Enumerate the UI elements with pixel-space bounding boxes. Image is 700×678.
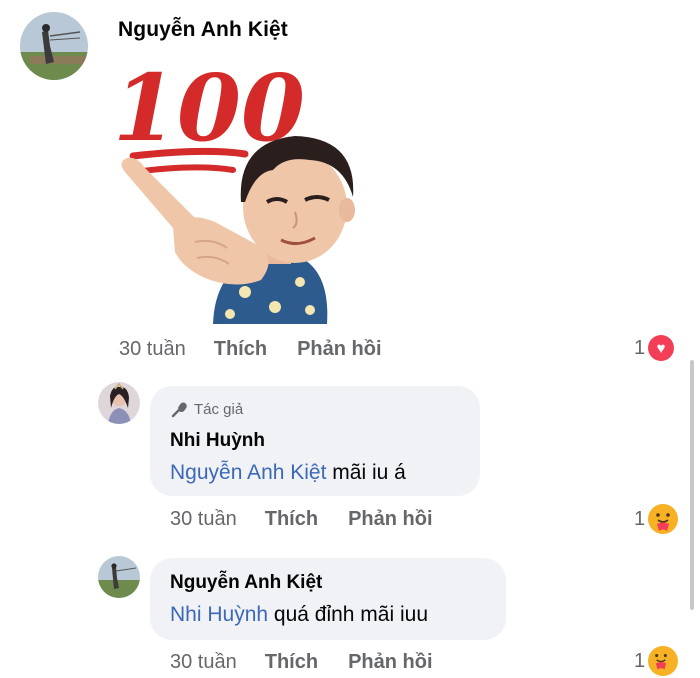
reaction-count: 1 — [634, 336, 646, 359]
reaction-summary[interactable]: 1 ♥ — [634, 335, 675, 361]
reply-button[interactable]: Phản hồi — [348, 508, 432, 531]
reaction-summary[interactable]: 1 — [634, 504, 679, 534]
mention-link[interactable]: Nhi Huỳnh — [170, 603, 268, 626]
reply-bubble: Tác giả Nhi Huỳnh Nguyễn Anh Kiệt mãi iu… — [150, 386, 480, 496]
microphone-icon — [171, 402, 187, 418]
reply-actions: 30 tuần Thích Phản hồi — [170, 508, 433, 531]
author-badge: Tác giả — [170, 400, 243, 418]
reply-author[interactable]: Nhi Huỳnh — [170, 430, 265, 452]
like-button[interactable]: Thích — [265, 508, 318, 531]
reply-body: mãi iu á — [326, 461, 406, 484]
reply-body: quá đỉnh mãi iuu — [268, 603, 429, 626]
scrollbar[interactable] — [690, 360, 694, 610]
avatar[interactable] — [20, 12, 88, 80]
reaction-count: 1 — [634, 649, 646, 672]
reaction-summary[interactable]: 1 — [634, 646, 679, 676]
author-badge-label: Tác giả — [194, 400, 244, 418]
mention-link[interactable]: Nguyễn Anh Kiệt — [170, 461, 326, 484]
like-button[interactable]: Thích — [214, 338, 267, 361]
like-button[interactable]: Thích — [265, 651, 318, 674]
reaction-count: 1 — [634, 507, 646, 530]
reply-text: Nguyễn Anh Kiệt mãi iu á — [170, 461, 406, 485]
avatar[interactable] — [98, 556, 140, 598]
comment-time[interactable]: 30 tuần — [119, 338, 186, 361]
heart-icon: ♥ — [648, 335, 675, 361]
reply-time[interactable]: 30 tuần — [170, 508, 237, 531]
care-icon — [648, 646, 679, 676]
care-icon — [648, 504, 679, 534]
reply-bubble: Nguyễn Anh Kiệt Nhi Huỳnh quá đỉnh mãi i… — [150, 558, 506, 640]
reply-actions: 30 tuần Thích Phản hồi — [170, 651, 433, 674]
comment-author[interactable]: Nguyễn Anh Kiệt — [118, 18, 288, 42]
reply-button[interactable]: Phản hồi — [348, 651, 432, 674]
comment-actions: 30 tuần Thích Phản hồi — [119, 338, 382, 361]
avatar[interactable] — [98, 382, 140, 424]
reply-text: Nhi Huỳnh quá đỉnh mãi iuu — [170, 603, 428, 627]
sticker-image: 100 — [105, 52, 365, 328]
reply-button[interactable]: Phản hồi — [297, 338, 381, 361]
reply-time[interactable]: 30 tuần — [170, 651, 237, 674]
reply-author[interactable]: Nguyễn Anh Kiệt — [170, 572, 322, 594]
